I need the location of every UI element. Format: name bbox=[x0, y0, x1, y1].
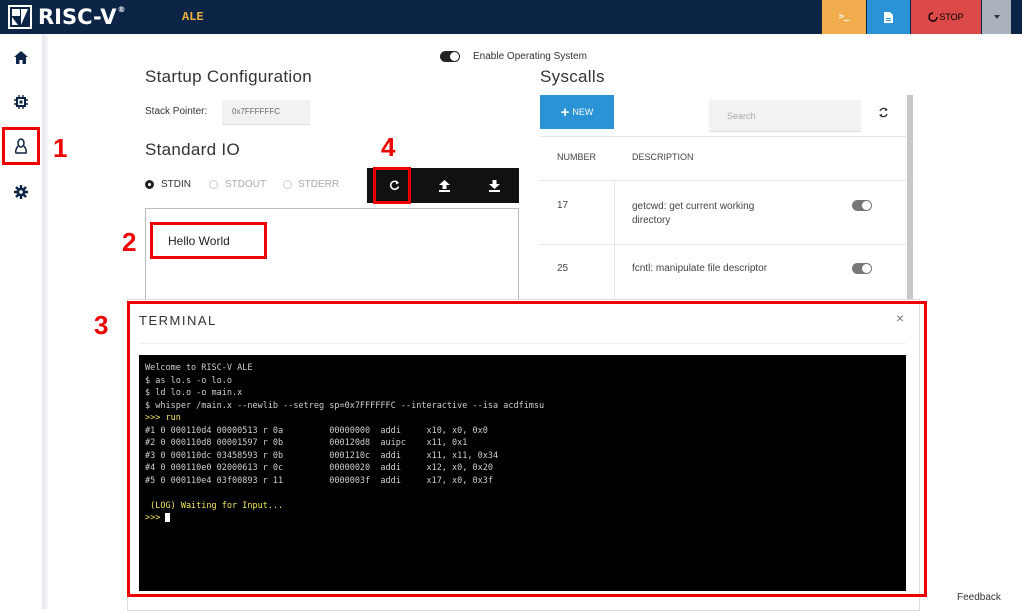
new-syscall-button[interactable]: + NEW bbox=[540, 95, 614, 129]
io-upload-button[interactable] bbox=[419, 168, 469, 203]
row-number: 25 bbox=[557, 263, 569, 274]
feedback-link[interactable]: Feedback bbox=[957, 592, 1001, 603]
enable-os-label: Enable Operating System bbox=[473, 51, 587, 62]
highlight-box-1 bbox=[2, 127, 40, 165]
upload-icon bbox=[438, 179, 450, 192]
plus-icon: + bbox=[560, 103, 570, 121]
gear-icon bbox=[14, 185, 28, 199]
stop-label: STOP bbox=[939, 12, 964, 22]
syscall-search-input[interactable]: Search bbox=[709, 100, 861, 132]
download-icon bbox=[488, 179, 500, 192]
terminal-button[interactable]: >_ bbox=[822, 0, 866, 34]
syscalls-title: Syscalls bbox=[540, 67, 605, 86]
stdin-radio[interactable] bbox=[145, 180, 154, 189]
stderr-label: STDERR bbox=[298, 179, 340, 190]
standard-io-title: Standard IO bbox=[145, 140, 240, 159]
logo-wordmark: RISC-V bbox=[38, 5, 117, 29]
stop-button[interactable]: STOP bbox=[911, 0, 981, 34]
table-divider bbox=[540, 136, 906, 137]
chip-icon bbox=[14, 95, 28, 109]
annotation-1: 1 bbox=[53, 133, 68, 163]
row-description: fcntl: manipulate file descriptor bbox=[632, 263, 768, 274]
highlight-box-3 bbox=[127, 301, 927, 597]
new-syscall-label: NEW bbox=[572, 107, 594, 117]
table-divider bbox=[540, 180, 906, 181]
stdin-label: STDIN bbox=[161, 179, 191, 190]
stdio-content: Hello World bbox=[168, 234, 230, 248]
terminal-icon: >_ bbox=[838, 12, 850, 22]
file-button[interactable] bbox=[867, 0, 910, 34]
sync-icon bbox=[879, 107, 888, 118]
stdout-label: STDOUT bbox=[225, 179, 267, 190]
table-column-divider bbox=[614, 180, 615, 300]
app-name: ALE bbox=[182, 10, 204, 24]
logo-text: RISC-V® bbox=[38, 5, 125, 29]
stack-pointer-value: 0x7FFFFFFC bbox=[232, 107, 280, 116]
stack-pointer-label: Stack Pointer: bbox=[145, 106, 208, 117]
highlight-box-4 bbox=[373, 167, 411, 204]
stdout-radio[interactable] bbox=[209, 180, 218, 189]
header-description: DESCRIPTION bbox=[632, 152, 694, 162]
row-number: 17 bbox=[557, 200, 569, 211]
risc-v-logo-icon bbox=[8, 5, 32, 29]
enable-os-toggle[interactable] bbox=[440, 51, 460, 62]
syscall-toggle[interactable] bbox=[852, 263, 872, 274]
header-number: NUMBER bbox=[557, 152, 597, 162]
annotation-3: 3 bbox=[94, 310, 109, 340]
syscall-scrollbar[interactable] bbox=[907, 95, 913, 300]
startup-config-title: Startup Configuration bbox=[145, 67, 312, 86]
logo-registered: ® bbox=[117, 5, 126, 14]
syscall-toggle[interactable] bbox=[852, 200, 872, 211]
sidebar bbox=[0, 34, 43, 609]
search-placeholder: Search bbox=[727, 111, 756, 121]
file-icon bbox=[884, 11, 893, 23]
io-download-button[interactable] bbox=[469, 168, 519, 203]
row-description: getcwd: get current working directory bbox=[632, 201, 755, 226]
sidebar-item-cpu[interactable] bbox=[8, 89, 34, 115]
sidebar-item-settings[interactable] bbox=[8, 179, 34, 205]
sidebar-item-home[interactable] bbox=[8, 44, 34, 70]
more-dropdown-button[interactable] bbox=[982, 0, 1011, 34]
stderr-radio[interactable] bbox=[283, 180, 292, 189]
caret-down-icon bbox=[993, 15, 1000, 19]
annotation-4: 4 bbox=[381, 132, 396, 162]
home-icon bbox=[14, 50, 28, 64]
stop-spinner-icon bbox=[928, 12, 939, 22]
stack-pointer-input[interactable]: 0x7FFFFFFC bbox=[222, 100, 310, 125]
risc-v-logo: RISC-V® bbox=[8, 5, 125, 29]
top-bar: RISC-V® ALE >_ STOP bbox=[0, 0, 1022, 34]
syscall-refresh-button[interactable] bbox=[878, 105, 889, 123]
table-divider bbox=[540, 244, 906, 245]
sidebar-divider bbox=[42, 34, 48, 609]
annotation-2: 2 bbox=[122, 227, 137, 257]
